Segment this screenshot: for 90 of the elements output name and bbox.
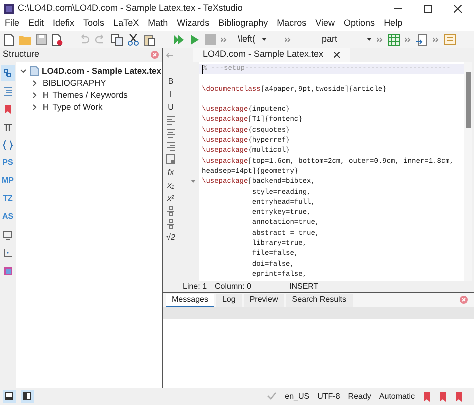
axes-icon [3,248,13,258]
fraction-icon[interactable] [166,219,176,230]
tree-item[interactable]: LO4D.com - Sample Latex.tex [42,64,162,78]
paste-icon[interactable] [144,34,155,46]
chevron-right-icon[interactable] [32,104,39,111]
save-icon[interactable] [36,34,47,45]
message-tab[interactable]: Log [216,294,242,306]
overflow-icon[interactable] [433,36,439,42]
overflow-icon[interactable] [377,36,383,42]
status-item[interactable]: Automatic [379,390,415,402]
pi-icon [3,122,13,132]
new-file-icon[interactable] [4,34,14,46]
document-icon [30,66,39,76]
maximize-icon[interactable] [424,4,432,12]
status-item[interactable]: UTF-8 [318,390,340,402]
copy-icon[interactable] [111,34,123,46]
build-view-icon[interactable] [173,34,185,46]
tree-item[interactable]: Themes / Keywords [52,89,128,102]
menu-item[interactable]: Options [344,17,376,31]
table-icon[interactable] [388,34,400,46]
menu-item[interactable]: View [316,17,336,31]
document-icon[interactable] [416,34,428,46]
panel-title: Structure [3,48,40,62]
format-button[interactable]: √2 [166,232,176,243]
panel-toggle-icon[interactable] [3,390,16,403]
section-marker: H [43,102,49,114]
message-tab[interactable]: Preview [244,294,284,306]
list-icon [3,86,13,96]
window-title: C:\LO4D.com\LO4D.com - Sample Latex.tex - TeXstudio [18,2,243,15]
side-tab[interactable] [1,65,15,81]
align-center-icon[interactable] [166,128,176,139]
align-right-icon[interactable] [166,141,176,152]
caret-icon [262,38,267,42]
menu-item[interactable]: Math [148,17,168,31]
form-icon[interactable] [444,34,456,45]
menu-item[interactable]: Wizards [177,17,210,31]
document-tab[interactable]: LO4D.com - Sample Latex.tex [193,48,350,62]
image-icon [3,266,13,276]
menu-item[interactable]: Help [384,17,403,31]
tree-icon [3,68,13,78]
scrollbar-thumb[interactable] [466,72,470,128]
status-item[interactable]: Ready [348,390,372,402]
menu-item[interactable]: Tools [84,17,105,31]
format-button[interactable]: x₁ [168,180,174,191]
fold-icon[interactable] [191,180,196,184]
bookmark-icon [3,104,13,114]
chevron-down-icon[interactable] [20,68,27,74]
mode-indicator: INSERT [290,280,319,292]
chevron-right-icon[interactable] [32,92,39,99]
fraction-icon[interactable] [166,206,176,217]
chevron-right-icon[interactable] [32,80,39,87]
play-icon[interactable] [190,34,200,46]
frame-icon[interactable] [166,154,176,165]
message-tab[interactable]: Search Results [286,294,353,306]
format-button[interactable]: U [168,102,174,113]
back-arrow-icon[interactable] [166,52,173,58]
menu-item[interactable]: Bibliography [218,17,268,31]
spellcheck-icon[interactable] [267,392,278,401]
message-tab[interactable]: Messages [166,294,214,306]
app-icon [4,4,14,14]
menu-item[interactable]: LaTeX [114,17,140,31]
section-marker: H [43,90,49,102]
menu-item[interactable]: Macros [277,17,307,31]
align-left-icon[interactable] [166,115,176,126]
overflow-icon[interactable] [221,36,227,42]
menu-item[interactable]: Edit [28,17,44,31]
format-button[interactable]: I [170,89,172,100]
format-button[interactable]: x² [168,193,174,204]
tree-item[interactable]: BIBLIOGRAPHY [43,77,106,90]
close-document-icon[interactable] [52,34,63,46]
structure-dropdown[interactable]: part [296,32,372,46]
status-item[interactable]: en_US [285,390,310,402]
overflow-icon[interactable] [285,36,291,42]
caret-icon [367,38,372,42]
command-dropdown[interactable]: \left( [232,32,280,46]
line-indicator: Line: 1 [183,280,208,292]
cut-icon[interactable] [128,34,139,46]
menu-item[interactable]: Idefix [53,17,75,31]
text-cursor [202,64,203,74]
tree-item[interactable]: Type of Work [52,101,103,114]
column-indicator: Column: 0 [215,280,252,292]
close-icon [334,52,340,58]
format-button[interactable]: fx [168,167,174,178]
panel-toggle-icon[interactable] [21,390,34,403]
menu-item[interactable]: File [5,17,20,31]
close-icon[interactable] [454,4,462,12]
braces-icon [3,140,13,150]
monitor-icon [3,230,13,240]
overflow-icon[interactable] [405,36,411,42]
format-button[interactable]: B [168,76,174,87]
